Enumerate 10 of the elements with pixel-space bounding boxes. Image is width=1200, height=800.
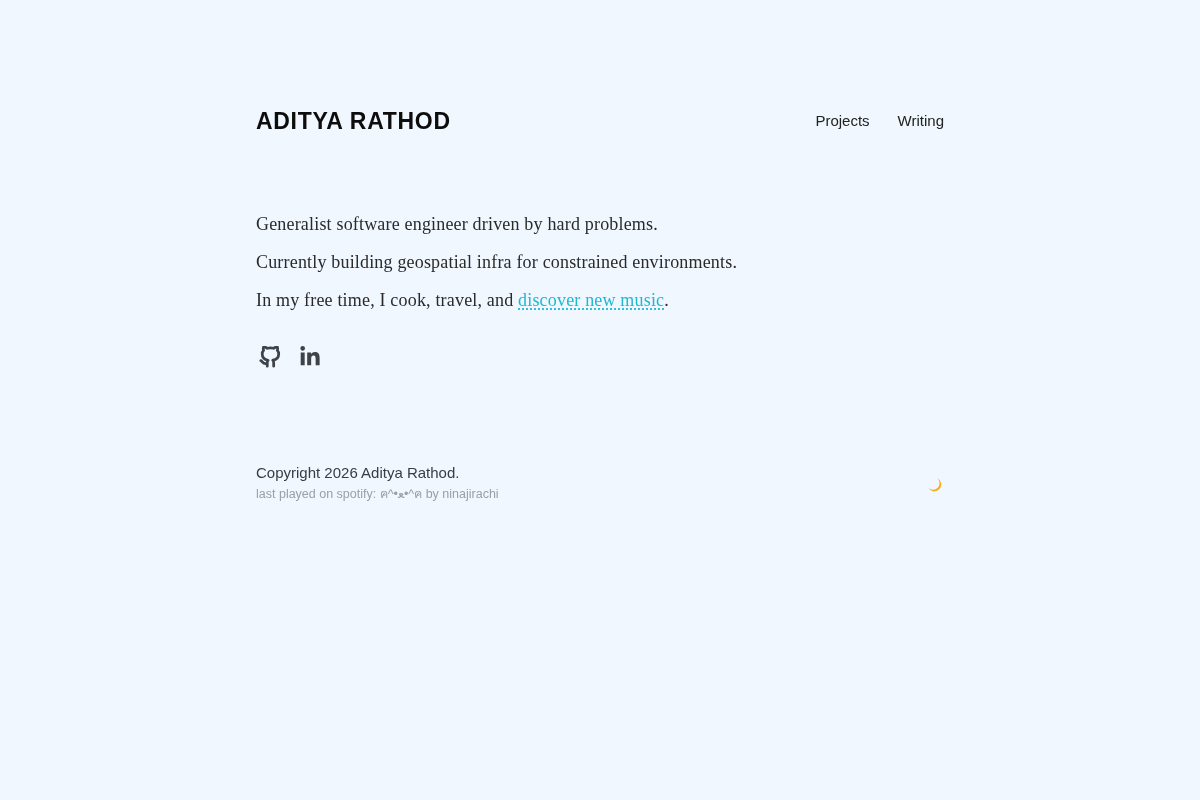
linkedin-icon[interactable] [299, 346, 321, 368]
intro-text: Currently building geospatial infra for constrained environments. [256, 251, 739, 274]
github-icon[interactable] [259, 346, 281, 368]
now-playing-text: last played on spotify: ฅ^•ﻌ•^ฅ by ninajirachi [256, 486, 499, 503]
nav-link[interactable]: Projects [815, 111, 870, 131]
site-title: ADITYA RATHOD [256, 107, 451, 136]
nav-link[interactable]: Writing [897, 111, 944, 131]
intro-text: In my free time, I cook, travel, and discover new music. [256, 289, 670, 312]
copyright-text: Copyright 2026 Aditya Rathod. [256, 463, 461, 483]
intro-text: Generalist software engineer driven by hard problems. [256, 213, 659, 236]
